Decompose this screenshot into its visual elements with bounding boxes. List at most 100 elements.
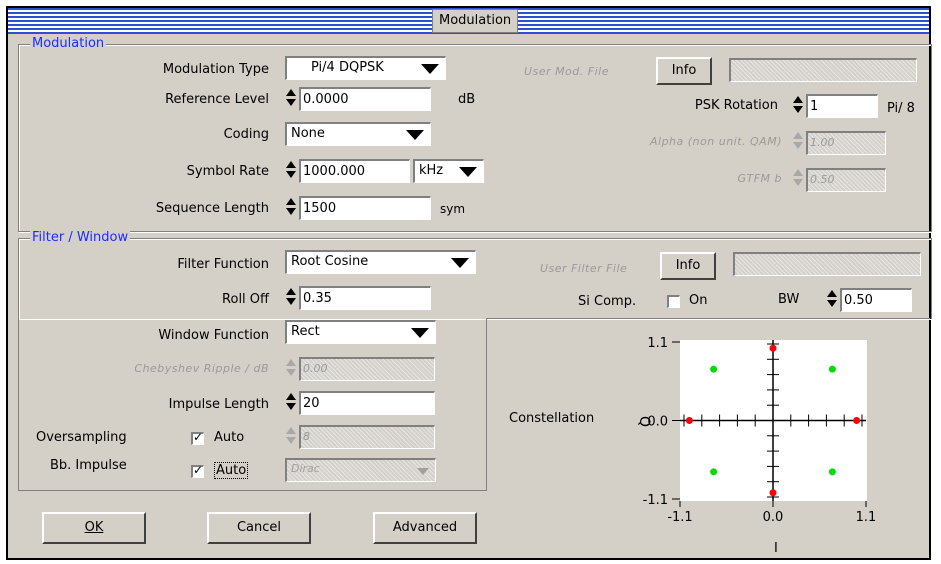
x-tick-label: -1.1 xyxy=(667,510,692,525)
spin-up-icon[interactable] xyxy=(286,198,296,205)
spin-up-icon[interactable] xyxy=(286,161,296,168)
modulation-type-label: Modulation Type xyxy=(162,62,269,77)
chevron-down-icon xyxy=(417,468,429,475)
symbol-rate-input[interactable]: 1000.000 xyxy=(299,159,410,183)
spin-up-icon xyxy=(286,359,296,366)
oversampling-auto-label: Auto xyxy=(214,430,245,445)
window-function-select[interactable]: Rect xyxy=(285,320,436,344)
cancel-button[interactable]: Cancel xyxy=(207,512,311,544)
constellation-point xyxy=(828,365,836,373)
constellation-point xyxy=(853,417,861,424)
impulse-length-spinner[interactable] xyxy=(285,392,297,412)
alpha-spinner xyxy=(792,131,804,151)
constellation-point xyxy=(710,468,718,476)
advanced-button[interactable]: Advanced xyxy=(373,512,477,544)
psk-rotation-label: PSK Rotation xyxy=(694,98,778,113)
bb-impulse-auto-checkbox[interactable]: ✓ xyxy=(191,463,204,478)
si-comp-on-label: On xyxy=(689,293,708,308)
window-title: Modulation xyxy=(432,9,519,33)
symbol-rate-label: Symbol Rate xyxy=(186,164,269,179)
oversampling-spinner xyxy=(285,426,297,446)
spin-up-icon[interactable] xyxy=(286,393,296,400)
x-axis-label: I xyxy=(774,541,778,556)
chebyshev-ripple-label: Chebyshev Ripple / dB xyxy=(134,362,269,375)
spin-down-icon[interactable] xyxy=(286,403,296,410)
spin-up-icon[interactable] xyxy=(286,89,296,96)
dialog-window: Modulation Modulation Modulation Type Pi… xyxy=(0,0,941,564)
symbol-rate-unit-select[interactable]: kHz xyxy=(413,159,484,183)
spin-down-icon xyxy=(286,437,296,444)
coding-select[interactable]: None xyxy=(285,122,431,146)
constellation-point xyxy=(769,344,777,352)
spin-down-icon xyxy=(286,369,296,376)
ok-button[interactable]: OK xyxy=(42,512,146,544)
impulse-length-input[interactable]: 20 xyxy=(299,391,435,415)
y-tick-label: 1.1 xyxy=(647,336,668,351)
checkmark-icon: ✓ xyxy=(193,463,204,477)
psk-rotation-spinner[interactable] xyxy=(792,95,804,115)
gtfm-input: 0.50 xyxy=(806,168,886,192)
chevron-down-icon xyxy=(406,130,424,140)
spin-down-icon[interactable] xyxy=(286,171,296,178)
spin-down-icon[interactable] xyxy=(286,99,296,106)
alpha-label: Alpha (non unit. QAM) xyxy=(649,135,782,148)
user-mod-file-field xyxy=(729,58,917,82)
modulation-group-title: Modulation xyxy=(30,36,107,51)
chevron-down-icon xyxy=(451,258,469,268)
constellation-point xyxy=(828,468,836,476)
checkmark-icon: ✓ xyxy=(193,430,204,444)
alpha-input: 1.00 xyxy=(806,131,886,155)
reference-level-spinner[interactable] xyxy=(285,88,297,108)
impulse-length-label: Impulse Length xyxy=(168,397,269,412)
sequence-length-input[interactable]: 1500 xyxy=(299,196,431,220)
user-filter-file-field xyxy=(733,252,921,276)
filter-group-bottom-border xyxy=(18,490,487,491)
chebyshev-ripple-input: 0.00 xyxy=(299,357,435,381)
filter-function-select[interactable]: Root Cosine xyxy=(285,250,476,274)
x-tick-label: 1.1 xyxy=(856,510,877,525)
filter-group-left-border xyxy=(18,238,19,490)
user-filter-info-button[interactable]: Info xyxy=(660,252,716,280)
psk-rotation-unit: Pi/ 8 xyxy=(887,101,915,116)
filter-group-divider xyxy=(486,318,930,319)
spin-down-icon xyxy=(793,142,803,149)
si-comp-checkbox[interactable] xyxy=(667,295,680,308)
reference-level-unit: dB xyxy=(458,92,476,107)
sequence-length-spinner[interactable] xyxy=(285,197,297,217)
spin-up-icon xyxy=(793,169,803,176)
y-tick-label: -1.1 xyxy=(643,493,668,508)
bw-input[interactable]: 0.50 xyxy=(840,288,912,312)
gtfm-label: GTFM b xyxy=(737,172,782,185)
psk-rotation-input[interactable]: 1 xyxy=(806,94,878,118)
reference-level-input[interactable]: 0.0000 xyxy=(299,87,431,111)
spin-down-icon[interactable] xyxy=(286,208,296,215)
spin-down-icon xyxy=(793,179,803,186)
x-tick-label: 0.0 xyxy=(763,510,784,525)
spin-up-icon xyxy=(793,132,803,139)
spin-down-icon[interactable] xyxy=(286,298,296,305)
bw-spinner[interactable] xyxy=(826,289,838,309)
roll-off-label: Roll Off xyxy=(222,292,269,307)
gtfm-spinner xyxy=(792,168,804,188)
chebyshev-ripple-spinner xyxy=(285,358,297,378)
user-mod-file-label: User Mod. File xyxy=(524,65,609,78)
chevron-down-icon xyxy=(411,328,429,338)
filter-group-divider-vertical xyxy=(486,318,487,490)
y-tick-label: 0.0 xyxy=(647,415,668,430)
spin-up-icon[interactable] xyxy=(286,288,296,295)
spin-down-icon[interactable] xyxy=(827,300,837,307)
coding-label: Coding xyxy=(223,127,269,142)
spin-up-icon[interactable] xyxy=(793,96,803,103)
user-filter-file-label: User Filter File xyxy=(540,262,628,275)
modulation-type-select[interactable]: Pi/4 DQPSK xyxy=(285,56,446,80)
oversampling-input: 8 xyxy=(299,425,435,449)
spin-up-icon[interactable] xyxy=(827,290,837,297)
oversampling-auto-checkbox[interactable]: ✓ xyxy=(191,430,204,445)
bb-impulse-select: Dirac xyxy=(285,458,436,482)
roll-off-input[interactable]: 0.35 xyxy=(299,286,431,310)
user-mod-info-button[interactable]: Info xyxy=(656,57,712,85)
roll-off-spinner[interactable] xyxy=(285,287,297,307)
spin-down-icon[interactable] xyxy=(793,106,803,113)
symbol-rate-spinner[interactable] xyxy=(285,160,297,180)
constellation-point xyxy=(710,365,718,373)
